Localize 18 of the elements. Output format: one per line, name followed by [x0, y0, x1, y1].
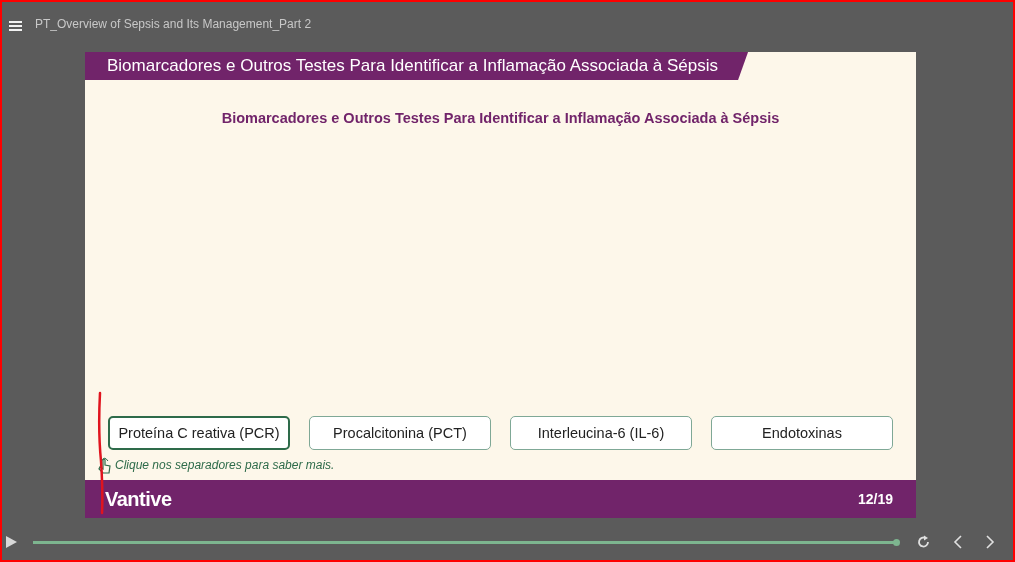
page-counter: 12/19: [857, 491, 893, 507]
tab[interactable]: Endotoxinas: [711, 416, 893, 450]
tab[interactable]: Proteína C reativa (PCR): [108, 416, 290, 450]
slide-header: Biomarcadores e Outros Testes Para Identificar a Inflamação Associada à Sépsis: [85, 52, 749, 80]
progress-track[interactable]: [33, 540, 897, 544]
play-icon[interactable]: [5, 536, 17, 548]
menu-icon[interactable]: [9, 21, 22, 31]
pointer-hand-icon: [97, 456, 113, 474]
previous-icon[interactable]: [953, 535, 963, 549]
tab[interactable]: Procalcitonina (PCT): [309, 416, 491, 450]
tab[interactable]: Interleucina-6 (IL-6): [510, 416, 692, 450]
instruction-text: Clique nos separadores para saber mais.: [115, 458, 335, 472]
slide-heading: Biomarcadores e Outros Testes Para Identificar a Inflamação Associada à Sépsis: [220, 110, 781, 126]
progress-thumb[interactable]: [893, 538, 900, 546]
logo: Vantive: [105, 487, 172, 511]
window-title: PT_Overview of Sepsis and Its Management_Part 2: [35, 17, 312, 31]
next-icon[interactable]: [985, 535, 995, 549]
replay-icon[interactable]: [917, 535, 931, 549]
